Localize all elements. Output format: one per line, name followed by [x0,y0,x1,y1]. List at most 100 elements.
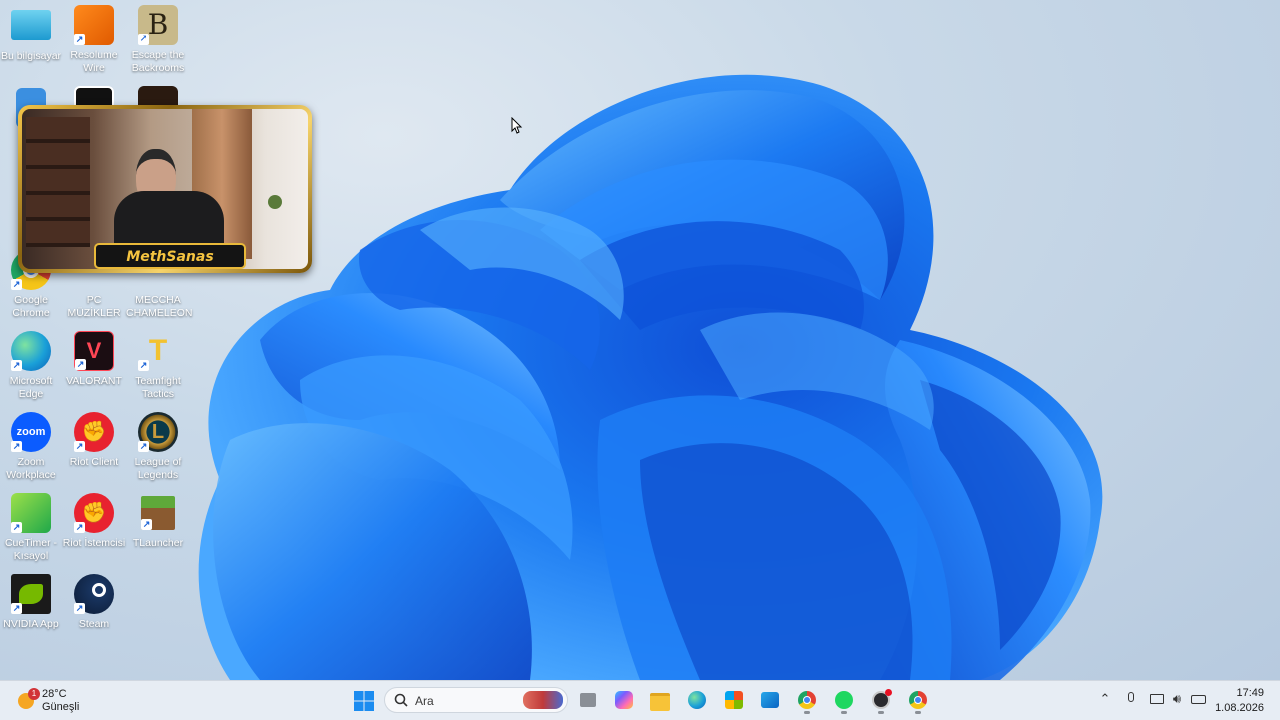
desktop-icon-label: PC MÜZİKLER [67,294,121,319]
file-explorer-button[interactable] [646,686,674,714]
shortcut-arrow-icon: ↗ [138,360,149,371]
bloom-wallpaper [198,74,1103,680]
shortcut-arrow-icon: ↗ [11,360,22,371]
desktop-icon-label: TLauncher [132,537,184,549]
escape-backrooms-icon: B ↗ [138,5,178,45]
desktop-icon-escape-backrooms[interactable]: B ↗ Escape the Backrooms [126,5,190,75]
outlook-mail-icon [761,692,779,708]
start-button[interactable] [350,687,378,715]
desktop-icon-riot-client[interactable]: ✊ ↗ Riot Client [62,412,126,469]
desktop-icon-label: CueTimer - Kısayol [4,537,58,562]
desktop-icon-label: Riot Client [69,456,119,468]
webcam-overlay: MethSanas [18,105,312,273]
league-icon: L ↗ [138,412,178,452]
chrome-profile-button[interactable] [904,686,932,714]
task-view-button[interactable] [574,686,602,714]
volume-icon[interactable]: 🔊︎ [1168,690,1186,708]
desktop-icon-tlauncher[interactable]: ↗ TLauncher [126,493,190,550]
search-placeholder: Ara [415,694,434,708]
valorant-icon: V ↗ [74,331,114,371]
desktop-icon-label: Bu bilgisayar [0,50,62,62]
edge-taskbar-button[interactable] [683,686,711,714]
search-icon [394,693,408,707]
battery-body [1191,695,1206,704]
desktop-icon-cuetimer[interactable]: ↗ CueTimer - Kısayol [0,493,63,563]
desktop-icon-zoom[interactable]: zoom ↗ Zoom Workplace [0,412,63,482]
clock[interactable]: 17:49 1.08.2026 [1215,686,1264,716]
clock-time: 17:49 [1236,687,1264,699]
shortcut-arrow-icon: ↗ [11,603,22,614]
weather-temp: 28°C [42,688,67,700]
desktop-icon-teamfight-tactics[interactable]: T ↗ Teamfight Tactics [126,331,190,401]
desktop: Bu bilgisayar ↗ Resolume Wire B ↗ Escape… [0,0,1280,680]
computer-icon [11,10,51,40]
network-icon[interactable] [1148,690,1166,708]
shortcut-arrow-icon: ↗ [74,603,85,614]
shortcut-arrow-icon: ↗ [74,522,85,533]
chrome-taskbar-button[interactable] [793,686,821,714]
shortcut-arrow-icon: ↗ [11,522,22,533]
task-view-icon [580,693,596,707]
taskbar: 1 28°C Güneşli [0,680,1280,720]
chrome-icon [798,691,816,709]
streamer-name-plate: MethSanas [94,243,246,269]
desktop-icon-label: Microsoft Edge [9,375,53,400]
desktop-icon-this-pc[interactable]: Bu bilgisayar [0,6,63,63]
shortcut-arrow-icon: ↗ [138,34,149,45]
edge-icon: ↗ [11,331,51,371]
weather-badge: 1 [28,688,40,700]
shortcut-arrow-icon: ↗ [74,441,85,452]
recording-dot-icon [885,689,892,696]
bookshelf [26,117,90,247]
weather-desc: Güneşli [42,701,80,713]
taskbar-search[interactable]: Ara [384,687,568,713]
spotify-button[interactable] [830,686,858,714]
copilot-button[interactable] [610,686,638,714]
desktop-icon-label: VALORANT [66,375,122,387]
shortcut-arrow-icon: ↗ [74,34,85,45]
desktop-icon-valorant[interactable]: V ↗ VALORANT [62,331,126,388]
chrome-center-icon [914,696,922,704]
desktop-icon-label: MECCHA CHAMELEON [126,294,193,319]
shortcut-arrow-icon: ↗ [11,441,22,452]
running-indicator [841,711,847,714]
desktop-icon-league-of-legends[interactable]: L ↗ League of Legends [126,412,190,482]
riot-fist-icon: ✊ ↗ [74,493,114,533]
desktop-icon-label: League of Legends [134,456,182,481]
obs-button[interactable] [867,686,895,714]
microphone-icon[interactable] [1122,690,1140,708]
desktop-icon-label: Riot İstemcisi [62,537,126,549]
webcam-feed: MethSanas [22,109,308,269]
desktop-icon-label: Resolume Wire [70,49,118,74]
desktop-icon-resolume-wire[interactable]: ↗ Resolume Wire [62,5,126,75]
windows-logo-icon [354,691,374,711]
running-indicator [915,711,921,714]
shortcut-arrow-icon: ↗ [138,441,149,452]
store-button[interactable] [720,686,748,714]
desktop-icon-label: NVIDIA App [3,618,59,630]
shortcut-arrow-icon: ↗ [141,519,152,530]
desktop-icon-label: Steam [78,618,110,630]
outlook-button[interactable] [756,686,784,714]
riot-fist-icon: ✊ ↗ [74,412,114,452]
running-indicator [804,711,810,714]
mouse-cursor-icon [511,117,523,134]
battery-icon[interactable] [1190,690,1208,708]
store-bag-icon [725,691,743,709]
zoom-icon: zoom ↗ [11,412,51,452]
show-hidden-icons-chevron-icon[interactable]: ⌃ [1096,690,1114,708]
desktop-icon-microsoft-edge[interactable]: ↗ Microsoft Edge [0,331,63,401]
desktop-icon-steam[interactable]: ↗ Steam [62,574,126,631]
tft-icon: T ↗ [138,334,168,371]
clock-date: 1.08.2026 [1215,702,1264,714]
resolume-wire-icon: ↗ [74,5,114,45]
chrome-center-icon [803,696,811,704]
desktop-icon-label: Zoom Workplace [6,456,56,481]
desktop-icon-nvidia-app[interactable]: ↗ NVIDIA App [0,574,63,631]
network-monitor [1150,694,1164,704]
steam-gear-icon [92,583,106,597]
running-indicator [878,711,884,714]
shortcut-arrow-icon: ↗ [11,279,22,290]
desktop-icon-riot-istemcisi[interactable]: ✊ ↗ Riot İstemcisi [62,493,126,550]
spotify-icon [835,691,853,709]
